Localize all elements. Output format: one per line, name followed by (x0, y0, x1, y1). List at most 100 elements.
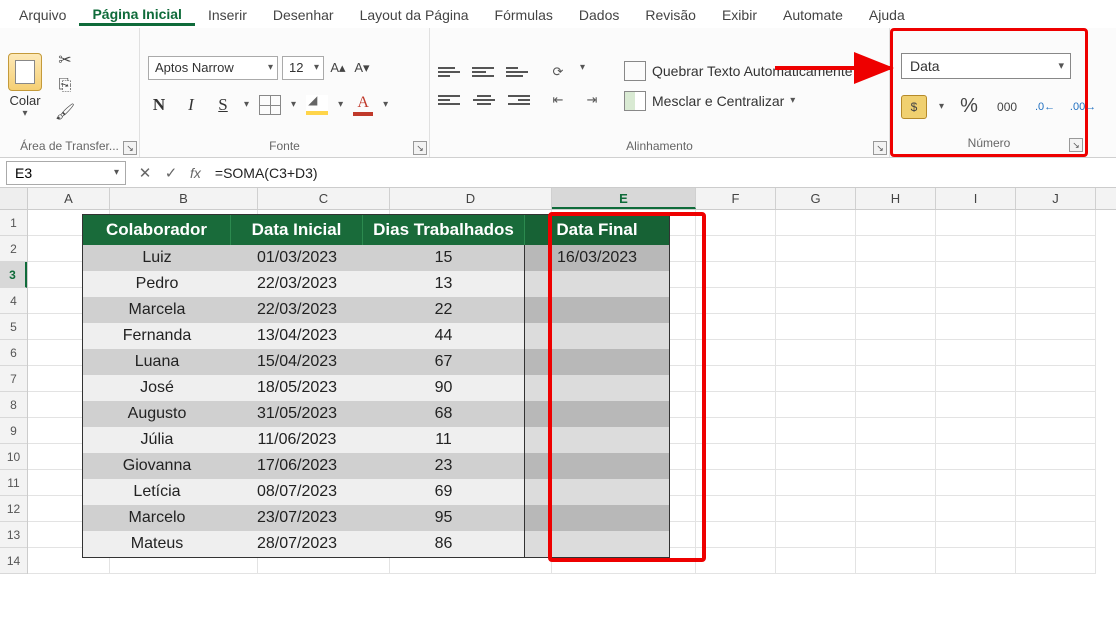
comma-style-icon[interactable]: 000 (994, 95, 1020, 119)
cell[interactable] (696, 236, 776, 262)
font-color-icon[interactable]: A (353, 94, 373, 116)
cell[interactable] (856, 392, 936, 418)
cell-colaborador[interactable]: Pedro (83, 271, 231, 297)
cell[interactable] (936, 418, 1016, 444)
menu-tab-ajuda[interactable]: Ajuda (856, 5, 918, 25)
cell-data-inicial[interactable]: 22/03/2023 (231, 271, 363, 297)
cell[interactable] (936, 444, 1016, 470)
menu-tab-página-inicial[interactable]: Página Inicial (79, 4, 194, 26)
cell[interactable] (856, 418, 936, 444)
cell-colaborador[interactable]: Mateus (83, 531, 231, 557)
select-all-corner[interactable] (0, 188, 28, 209)
align-top-icon[interactable] (438, 62, 462, 82)
cell[interactable] (936, 522, 1016, 548)
cell[interactable] (1016, 392, 1096, 418)
table-row[interactable]: Luiz01/03/20231516/03/2023 (83, 245, 669, 271)
cell-data-final[interactable] (525, 297, 669, 323)
cell-data-inicial[interactable]: 08/07/2023 (231, 479, 363, 505)
row-header[interactable]: 2 (0, 236, 27, 262)
increase-decimal-icon[interactable]: .0← (1032, 95, 1058, 119)
chevron-down-icon[interactable]: ▾ (244, 99, 249, 110)
orientation-icon[interactable]: ⟳ (546, 62, 570, 82)
cell-dias[interactable]: 23 (363, 453, 525, 479)
cell[interactable] (696, 444, 776, 470)
row-header[interactable]: 12 (0, 496, 27, 522)
decrease-font-icon[interactable]: A▾ (352, 57, 372, 79)
cell[interactable] (856, 210, 936, 236)
underline-button[interactable]: S (212, 95, 234, 115)
cell[interactable] (696, 210, 776, 236)
row-header[interactable]: 3 (0, 262, 27, 288)
cell[interactable] (856, 236, 936, 262)
cell[interactable] (776, 340, 856, 366)
cell-data-final[interactable] (525, 531, 669, 557)
table-row[interactable]: José18/05/202390 (83, 375, 669, 401)
cell-data-final[interactable]: 16/03/2023 (525, 245, 669, 271)
cell-colaborador[interactable]: Marcela (83, 297, 231, 323)
decrease-indent-icon[interactable]: ⇤ (546, 90, 570, 110)
column-header[interactable]: B (110, 188, 258, 209)
cell[interactable] (696, 392, 776, 418)
column-header[interactable]: C (258, 188, 390, 209)
cell[interactable] (776, 496, 856, 522)
cell[interactable] (696, 548, 776, 574)
cell-data-inicial[interactable]: 18/05/2023 (231, 375, 363, 401)
cell-dias[interactable]: 68 (363, 401, 525, 427)
formula-input[interactable]: =SOMA(C3+D3) (207, 165, 1116, 181)
cell-colaborador[interactable]: Marcelo (83, 505, 231, 531)
chevron-down-icon[interactable]: ▾ (383, 99, 388, 110)
cell[interactable] (1016, 522, 1096, 548)
cell-data-inicial[interactable]: 28/07/2023 (231, 531, 363, 557)
percent-icon[interactable]: % (956, 95, 982, 119)
chevron-down-icon[interactable]: ▾ (22, 108, 27, 119)
cell-data-inicial[interactable]: 13/04/2023 (231, 323, 363, 349)
cell[interactable] (936, 314, 1016, 340)
menu-tab-exibir[interactable]: Exibir (709, 5, 770, 25)
cell-colaborador[interactable]: Giovanna (83, 453, 231, 479)
cell[interactable] (776, 288, 856, 314)
cell[interactable] (856, 470, 936, 496)
row-header[interactable]: 11 (0, 470, 27, 496)
table-row[interactable]: Letícia08/07/202369 (83, 479, 669, 505)
dialog-launcher-icon[interactable]: ↘ (1069, 138, 1083, 152)
cell[interactable] (696, 262, 776, 288)
cell[interactable] (856, 548, 936, 574)
cell[interactable] (696, 522, 776, 548)
cell-data-inicial[interactable]: 01/03/2023 (231, 245, 363, 271)
cell-data-final[interactable] (525, 505, 669, 531)
cell[interactable] (856, 262, 936, 288)
cell-data-final[interactable] (525, 375, 669, 401)
cell-colaborador[interactable]: Fernanda (83, 323, 231, 349)
cell[interactable] (696, 288, 776, 314)
cell-dias[interactable]: 13 (363, 271, 525, 297)
cell-colaborador[interactable]: Luiz (83, 245, 231, 271)
row-header[interactable]: 5 (0, 314, 27, 340)
cell[interactable] (696, 314, 776, 340)
dialog-launcher-icon[interactable]: ↘ (873, 141, 887, 155)
cell-colaborador[interactable]: Luana (83, 349, 231, 375)
cell[interactable] (1016, 236, 1096, 262)
cell[interactable] (936, 470, 1016, 496)
cell[interactable] (696, 340, 776, 366)
cell-dias[interactable]: 69 (363, 479, 525, 505)
dialog-launcher-icon[interactable]: ↘ (123, 141, 137, 155)
chevron-down-icon[interactable]: ▾ (939, 101, 944, 112)
row-header[interactable]: 13 (0, 522, 27, 548)
cell[interactable] (1016, 496, 1096, 522)
menu-tab-revisão[interactable]: Revisão (632, 5, 709, 25)
cell[interactable] (936, 262, 1016, 288)
cell-data-final[interactable] (525, 427, 669, 453)
cell[interactable] (1016, 470, 1096, 496)
cell[interactable] (856, 340, 936, 366)
align-middle-icon[interactable] (472, 62, 496, 82)
format-painter-icon[interactable]: 🖌 (54, 102, 76, 122)
cell[interactable] (776, 522, 856, 548)
table-row[interactable]: Pedro22/03/202313 (83, 271, 669, 297)
wrap-text-button[interactable]: Quebrar Texto Automaticamente (624, 61, 853, 81)
cell-colaborador[interactable]: José (83, 375, 231, 401)
cell-data-final[interactable] (525, 323, 669, 349)
cell-data-inicial[interactable]: 31/05/2023 (231, 401, 363, 427)
row-header[interactable]: 7 (0, 366, 27, 392)
cell[interactable] (696, 496, 776, 522)
cell[interactable] (776, 236, 856, 262)
